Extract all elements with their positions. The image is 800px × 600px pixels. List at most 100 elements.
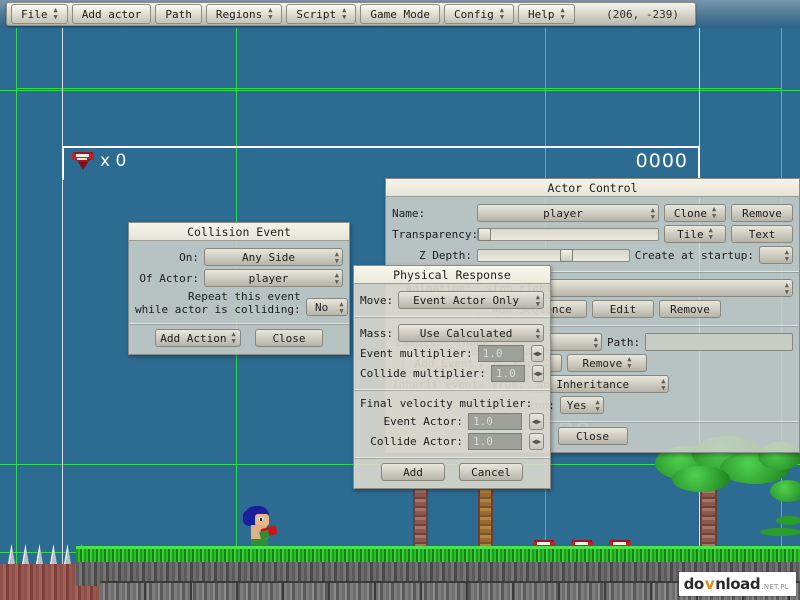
out-of-vision-value: Yes bbox=[566, 398, 587, 412]
clone-button[interactable]: Clone ▲ ▼ bbox=[664, 204, 726, 222]
physical-add-button[interactable]: Add bbox=[381, 463, 445, 481]
final-event-actor-field[interactable]: 1.0 bbox=[468, 413, 522, 430]
chevron-updown-icon: ▲▼ bbox=[650, 206, 655, 221]
actor-control-titlebar: Actor Control bbox=[386, 179, 799, 197]
remove-animation-button[interactable]: Remove bbox=[659, 300, 721, 318]
remove-button[interactable]: Remove bbox=[731, 204, 793, 222]
final-collide-actor-label: Collide Actor: bbox=[370, 435, 463, 448]
chevron-updown-icon: ▲▼ bbox=[342, 6, 347, 21]
move-label: Move: bbox=[360, 293, 394, 307]
chevron-updown-icon: ▲▼ bbox=[499, 6, 504, 21]
actor-name-combo[interactable]: player ▲ ▼ bbox=[477, 204, 659, 222]
spike bbox=[50, 544, 57, 564]
physical-final-velocity-section: Final velocity multiplier: Event Actor: … bbox=[354, 390, 550, 458]
chevron-updown-icon: ▲▼ bbox=[560, 6, 565, 21]
edit-animation-button[interactable]: Edit bbox=[592, 300, 654, 318]
transparency-slider[interactable] bbox=[477, 227, 659, 241]
watermark-accent: v bbox=[704, 575, 715, 593]
chevron-updown-icon: ▲▼ bbox=[231, 330, 236, 345]
watermark-suffix: .NET.PL bbox=[761, 583, 789, 591]
mass-value: Use Calculated bbox=[419, 326, 513, 340]
menu-item-config[interactable]: Config ▲ ▼ bbox=[443, 4, 514, 24]
menubar-panel: File ▲ ▼ Add actor Path Regions ▲ ▼ Script… bbox=[6, 2, 696, 26]
menu-item-regions[interactable]: Regions ▲ ▼ bbox=[205, 4, 283, 24]
z-depth-slider[interactable] bbox=[477, 248, 630, 262]
out-of-vision-combo[interactable]: Yes ▲ ▼ bbox=[559, 396, 604, 414]
chevron-updown-icon: ▲▼ bbox=[535, 326, 540, 341]
text-button[interactable]: Text bbox=[731, 225, 793, 243]
text-label: Text bbox=[748, 227, 776, 241]
cursor-coordinates: (206, -239) bbox=[606, 7, 679, 21]
physical-response-dialog[interactable]: Physical Response Move: Event Actor Only… bbox=[353, 265, 551, 489]
collide-multiplier-label: Collide multiplier: bbox=[360, 367, 486, 380]
collide-multiplier-field[interactable]: 1.0 bbox=[490, 365, 526, 382]
hud-gem-counter: x 0 bbox=[72, 151, 126, 171]
collision-event-dialog[interactable]: Collision Event On: Any Side ▲ ▼ Of Actor… bbox=[128, 222, 350, 355]
final-collide-actor-spinner[interactable]: ◀▶ bbox=[529, 433, 544, 450]
event-multiplier-label: Event multiplier: bbox=[360, 347, 473, 360]
create-at-startup-combo[interactable]: ▲ ▼ bbox=[759, 246, 793, 264]
actor-control-close-button[interactable]: Close bbox=[557, 427, 628, 445]
menu-label: Help bbox=[527, 7, 555, 21]
chevron-updown-icon: ▲▼ bbox=[661, 377, 666, 392]
menu-item-game-mode[interactable]: Game Mode bbox=[360, 4, 440, 24]
collision-repeat-combo[interactable]: No ▲ ▼ bbox=[305, 298, 348, 316]
event-multiplier-spinner[interactable]: ◀▶ bbox=[531, 345, 544, 362]
grid-line-vertical bbox=[16, 28, 17, 600]
move-value: Event Actor Only bbox=[413, 293, 520, 307]
collision-of-actor-label: Of Actor: bbox=[139, 271, 199, 285]
chevron-updown-icon: ▲▼ bbox=[627, 355, 632, 370]
physical-response-titlebar: Physical Response bbox=[354, 266, 550, 284]
menu-item-file[interactable]: File ▲ ▼ bbox=[11, 4, 68, 24]
add-action-label: Add Action bbox=[160, 331, 227, 345]
chevron-updown-icon: ▲▼ bbox=[784, 248, 789, 263]
palm-frond bbox=[770, 480, 800, 502]
tile-button[interactable]: Tile ▲ ▼ bbox=[664, 225, 726, 243]
game-hud: x 0 0000 bbox=[62, 146, 700, 180]
menu-item-add-actor[interactable]: Add actor bbox=[71, 4, 152, 24]
collision-repeat-label-line1: Repeat this event bbox=[187, 290, 301, 303]
move-combo[interactable]: Event Actor Only ▲ ▼ bbox=[398, 291, 544, 309]
physical-response-footer: Add Cancel bbox=[354, 458, 550, 488]
collision-on-combo[interactable]: Any Side ▲ ▼ bbox=[204, 248, 343, 266]
final-collide-actor-field[interactable]: 1.0 bbox=[468, 433, 522, 450]
collide-multiplier-row: Collide multiplier: 1.0 ◀▶ bbox=[360, 365, 544, 382]
collision-close-button[interactable]: Close bbox=[255, 329, 323, 347]
add-action-button[interactable]: Add Action ▲ ▼ bbox=[155, 329, 241, 347]
event-multiplier-field[interactable]: 1.0 bbox=[477, 345, 525, 362]
watermark-text-2: nload bbox=[715, 575, 761, 593]
transparency-slider-knob[interactable] bbox=[478, 227, 491, 241]
collision-of-actor-row: Of Actor: player ▲ ▼ bbox=[135, 269, 343, 287]
close-label: Close bbox=[272, 331, 306, 345]
palm-frond bbox=[672, 466, 730, 492]
watermark-text-1: do bbox=[683, 575, 705, 593]
actor-name-label: Name: bbox=[392, 206, 426, 220]
collide-multiplier-spinner[interactable]: ◀▶ bbox=[532, 365, 544, 382]
actor-name-row: Name: player ▲ ▼ Clone ▲ ▼ Remove bbox=[392, 204, 793, 222]
menu-item-script[interactable]: Script ▲ ▼ bbox=[286, 4, 357, 24]
chevron-updown-icon: ▲▼ bbox=[535, 293, 540, 308]
menu-label: Path bbox=[165, 7, 192, 21]
menu-item-path[interactable]: Path bbox=[155, 4, 202, 24]
hud-gem-count: x 0 bbox=[100, 151, 127, 171]
final-velocity-label-row: Final velocity multiplier: bbox=[360, 397, 544, 410]
path-label: Path: bbox=[607, 335, 641, 349]
physical-mass-row: Mass: Use Calculated ▲ ▼ bbox=[360, 324, 544, 342]
menu-label: Add actor bbox=[81, 7, 142, 21]
chevron-updown-icon: ▲▼ bbox=[339, 300, 344, 315]
collision-of-actor-combo[interactable]: player ▲ ▼ bbox=[204, 269, 343, 287]
path-field[interactable] bbox=[645, 333, 793, 351]
add-label: Add bbox=[403, 465, 423, 479]
menubar: File ▲ ▼ Add actor Path Regions ▲ ▼ Script… bbox=[0, 0, 800, 28]
collision-event-body: On: Any Side ▲ ▼ Of Actor: player ▲ ▼ Repe… bbox=[129, 241, 349, 324]
menu-item-help[interactable]: Help ▲ ▼ bbox=[517, 4, 575, 24]
guide-line-vertical bbox=[62, 28, 63, 600]
remove-label: Remove bbox=[670, 302, 710, 316]
final-event-actor-spinner[interactable]: ◀▶ bbox=[529, 413, 544, 430]
remove-event-button[interactable]: Remove ▲ ▼ bbox=[567, 354, 647, 372]
grid-line-horizontal bbox=[16, 88, 781, 89]
physical-cancel-button[interactable]: Cancel bbox=[459, 463, 523, 481]
z-depth-slider-knob[interactable] bbox=[560, 248, 573, 262]
mass-combo[interactable]: Use Calculated ▲ ▼ bbox=[398, 324, 544, 342]
remove-label: Remove bbox=[582, 356, 623, 370]
